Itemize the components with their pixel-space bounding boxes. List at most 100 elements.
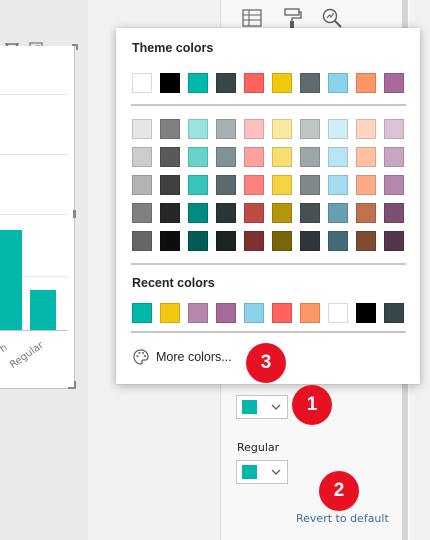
theme-shade-swatch[interactable] bbox=[132, 203, 152, 223]
theme-shade-swatch[interactable] bbox=[160, 175, 180, 195]
theme-shade-swatch[interactable] bbox=[132, 231, 152, 251]
theme-color-swatch[interactable] bbox=[188, 73, 208, 93]
color-dropdown-1[interactable] bbox=[236, 395, 288, 419]
theme-shade-swatch[interactable] bbox=[272, 175, 292, 195]
theme-color-swatch[interactable] bbox=[244, 73, 264, 93]
theme-shade-swatch[interactable] bbox=[244, 231, 264, 251]
theme-color-swatch[interactable] bbox=[160, 73, 180, 93]
theme-shade-swatch[interactable] bbox=[244, 203, 264, 223]
recent-color-swatch[interactable] bbox=[188, 303, 208, 323]
theme-shade-swatch[interactable] bbox=[272, 147, 292, 167]
theme-shade-swatch[interactable] bbox=[132, 175, 152, 195]
theme-shade-swatch[interactable] bbox=[272, 203, 292, 223]
theme-shade-swatch[interactable] bbox=[216, 147, 236, 167]
resize-handle[interactable] bbox=[76, 44, 78, 50]
divider bbox=[131, 104, 406, 106]
theme-shade-swatch[interactable] bbox=[356, 175, 376, 195]
recent-color-swatch[interactable] bbox=[356, 303, 376, 323]
theme-shade-swatch[interactable] bbox=[356, 147, 376, 167]
palette-icon bbox=[133, 349, 149, 365]
chart-bar[interactable] bbox=[30, 290, 56, 330]
resize-handle[interactable] bbox=[73, 210, 76, 218]
color-dropdown-2[interactable] bbox=[236, 460, 288, 484]
selected-color-chip bbox=[242, 400, 257, 414]
divider bbox=[131, 263, 406, 265]
callout-badge-2: 2 bbox=[319, 471, 359, 511]
recent-color-swatch[interactable] bbox=[384, 303, 404, 323]
recent-color-swatch[interactable] bbox=[216, 303, 236, 323]
format-paint-roller-icon[interactable] bbox=[280, 6, 304, 30]
analytics-magnifier-icon[interactable] bbox=[320, 6, 344, 30]
theme-shade-swatch[interactable] bbox=[384, 147, 404, 167]
divider bbox=[131, 331, 406, 333]
theme-shade-swatch[interactable] bbox=[216, 231, 236, 251]
fields-icon[interactable] bbox=[240, 6, 264, 30]
theme-shade-swatch[interactable] bbox=[216, 175, 236, 195]
theme-shade-swatch[interactable] bbox=[328, 175, 348, 195]
theme-color-swatch[interactable] bbox=[300, 73, 320, 93]
chevron-down-icon bbox=[271, 469, 281, 475]
theme-color-swatch[interactable] bbox=[132, 73, 152, 93]
theme-shade-swatch[interactable] bbox=[356, 119, 376, 139]
theme-shade-swatch[interactable] bbox=[328, 119, 348, 139]
theme-shade-swatch[interactable] bbox=[356, 203, 376, 223]
x-axis-label: Regular bbox=[8, 339, 46, 372]
theme-shade-swatch[interactable] bbox=[244, 147, 264, 167]
theme-color-swatch[interactable] bbox=[272, 73, 292, 93]
theme-shade-swatch[interactable] bbox=[188, 203, 208, 223]
theme-shade-swatch[interactable] bbox=[384, 231, 404, 251]
theme-shade-swatch[interactable] bbox=[272, 231, 292, 251]
theme-shade-swatch[interactable] bbox=[300, 203, 320, 223]
theme-shade-swatch[interactable] bbox=[384, 203, 404, 223]
recent-color-swatch[interactable] bbox=[328, 303, 348, 323]
recent-color-swatch[interactable] bbox=[300, 303, 320, 323]
theme-shade-swatch[interactable] bbox=[300, 175, 320, 195]
theme-shade-swatch[interactable] bbox=[216, 203, 236, 223]
color-picker-popup: Theme colors Recent colors More colors..… bbox=[116, 28, 420, 384]
theme-shade-swatch[interactable] bbox=[300, 147, 320, 167]
gridline bbox=[0, 94, 68, 95]
theme-shade-swatch[interactable] bbox=[244, 119, 264, 139]
more-colors-button[interactable]: More colors... bbox=[128, 345, 258, 369]
theme-shade-swatch[interactable] bbox=[160, 119, 180, 139]
theme-shade-swatch[interactable] bbox=[188, 175, 208, 195]
callout-badge-3: 3 bbox=[246, 343, 286, 383]
theme-shade-swatch[interactable] bbox=[328, 231, 348, 251]
gridline bbox=[0, 154, 68, 155]
recent-color-swatch[interactable] bbox=[160, 303, 180, 323]
theme-shade-swatch[interactable] bbox=[300, 119, 320, 139]
chevron-down-icon bbox=[271, 404, 281, 410]
recent-colors-title: Recent colors bbox=[132, 276, 215, 290]
theme-shade-swatch[interactable] bbox=[160, 203, 180, 223]
theme-shade-swatch[interactable] bbox=[300, 231, 320, 251]
theme-shade-swatch[interactable] bbox=[384, 119, 404, 139]
revert-to-default-link[interactable]: Revert to default bbox=[296, 512, 389, 525]
theme-shade-swatch[interactable] bbox=[188, 147, 208, 167]
theme-color-swatch[interactable] bbox=[328, 73, 348, 93]
theme-shade-swatch[interactable] bbox=[160, 231, 180, 251]
recent-color-swatch[interactable] bbox=[244, 303, 264, 323]
theme-shade-swatch[interactable] bbox=[188, 119, 208, 139]
selected-color-chip bbox=[242, 465, 257, 479]
theme-color-swatch[interactable] bbox=[384, 73, 404, 93]
series-label-regular: Regular bbox=[237, 441, 280, 454]
theme-shade-swatch[interactable] bbox=[216, 119, 236, 139]
gridline bbox=[0, 214, 68, 215]
theme-shade-swatch[interactable] bbox=[188, 231, 208, 251]
theme-shade-swatch[interactable] bbox=[132, 147, 152, 167]
chart-bar[interactable] bbox=[0, 230, 22, 330]
theme-color-swatch[interactable] bbox=[356, 73, 376, 93]
theme-shade-swatch[interactable] bbox=[132, 119, 152, 139]
bar-chart-visual[interactable]: h Regular bbox=[0, 46, 75, 389]
theme-shade-swatch[interactable] bbox=[160, 147, 180, 167]
theme-shade-swatch[interactable] bbox=[244, 175, 264, 195]
theme-shade-swatch[interactable] bbox=[328, 147, 348, 167]
theme-shade-swatch[interactable] bbox=[328, 203, 348, 223]
recent-color-swatch[interactable] bbox=[272, 303, 292, 323]
theme-shade-swatch[interactable] bbox=[384, 175, 404, 195]
theme-color-swatch[interactable] bbox=[216, 73, 236, 93]
recent-color-swatch[interactable] bbox=[132, 303, 152, 323]
theme-shade-swatch[interactable] bbox=[272, 119, 292, 139]
resize-handle[interactable] bbox=[74, 381, 76, 389]
theme-shade-swatch[interactable] bbox=[356, 231, 376, 251]
